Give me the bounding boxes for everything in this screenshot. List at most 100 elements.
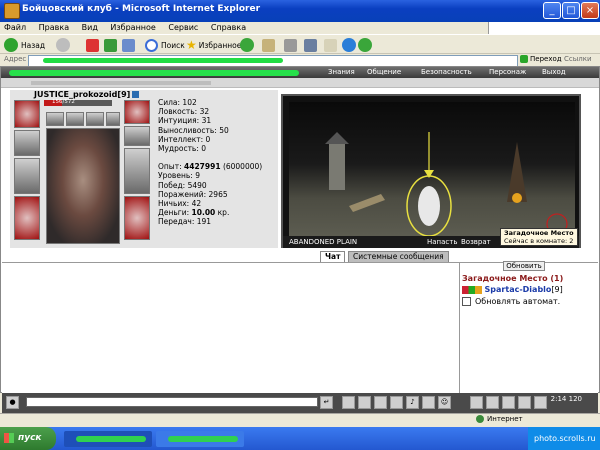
clock-sub: 120: [568, 395, 582, 403]
portal-glow: [418, 186, 440, 226]
menu-file[interactable]: Файл: [4, 22, 26, 34]
ring-slot-2[interactable]: [66, 112, 84, 126]
menu-help[interactable]: Справка: [211, 22, 246, 34]
channel-button[interactable]: [374, 396, 387, 409]
bracer-slot[interactable]: [14, 130, 40, 156]
system-tray: photo.scrolls.ru: [528, 427, 600, 450]
armor-slot[interactable]: [14, 196, 40, 240]
status-bar: Интернет: [0, 413, 600, 425]
character-name[interactable]: JUSTICE_prokozoid[9]: [34, 90, 140, 99]
messenger-button[interactable]: [358, 37, 375, 53]
taskbar-item-1[interactable]: [64, 431, 152, 447]
forward-button[interactable]: [56, 37, 73, 53]
search-button[interactable]: Поиск: [145, 37, 185, 53]
info-icon[interactable]: [132, 91, 140, 98]
game-clock: 2:14 120: [548, 395, 582, 409]
back-arrow-icon: [4, 38, 18, 52]
media-button[interactable]: [240, 37, 257, 53]
chat-area[interactable]: [2, 262, 460, 393]
chat-input[interactable]: [26, 397, 318, 407]
discuss-button[interactable]: [324, 37, 340, 53]
refresh-room-button[interactable]: Обновить: [503, 261, 545, 271]
menu-edit[interactable]: Правка: [39, 22, 69, 34]
go-button[interactable]: Переход: [520, 55, 562, 63]
print-button[interactable]: [284, 37, 300, 53]
character-level: [9]: [117, 90, 131, 99]
internet-icon: [476, 415, 484, 423]
stat-experience: Опыт: 4427991 (6000000): [158, 162, 263, 172]
stat-level: Уровень: 9: [158, 171, 200, 181]
research-button[interactable]: [342, 37, 359, 53]
address-label: Адрес: [4, 55, 27, 63]
send-button[interactable]: ↵: [320, 396, 333, 409]
player-entry[interactable]: Spartac-Diablo[9]: [462, 285, 563, 294]
room-name: Загадочное Место (1): [462, 274, 564, 283]
shield-slot[interactable]: [124, 148, 150, 194]
links-button[interactable]: Ссылки: [564, 55, 592, 63]
gloves-slot[interactable]: [124, 126, 150, 146]
refresh-button[interactable]: [104, 37, 120, 53]
fight-button[interactable]: [390, 396, 403, 409]
refresh-icon: [104, 38, 117, 52]
inventory-button[interactable]: [470, 396, 483, 409]
mail-button[interactable]: [262, 37, 278, 53]
minimize-button[interactable]: _: [543, 2, 561, 19]
chat-menu-button[interactable]: ●: [6, 396, 19, 409]
stop-button[interactable]: [86, 37, 102, 53]
stat-wisdom: Мудрость: 0: [158, 144, 207, 154]
filter-button[interactable]: [358, 396, 371, 409]
menu-view[interactable]: Вид: [82, 22, 98, 34]
maximize-button[interactable]: □: [562, 2, 580, 19]
attack-button[interactable]: Напасть: [427, 238, 457, 246]
nav-security[interactable]: Безопасность: [421, 68, 472, 76]
helmet-slot[interactable]: [14, 100, 40, 128]
nav-character[interactable]: Персонаж: [489, 68, 526, 76]
smile-button[interactable]: ☺: [438, 396, 451, 409]
home-button[interactable]: [122, 37, 138, 53]
browser-toolbar: Назад Поиск ★ Избранное: [0, 34, 600, 54]
start-button[interactable]: пуск: [0, 427, 56, 450]
nav-chat[interactable]: Общение: [367, 68, 401, 76]
favorites-label: Избранное: [198, 40, 242, 50]
music-button[interactable]: ♪: [406, 396, 419, 409]
menu-favorites[interactable]: Избранное: [110, 22, 155, 34]
sound-button[interactable]: [422, 396, 435, 409]
nav-knowledge[interactable]: Знания: [328, 68, 355, 76]
player-badges-icon: [462, 285, 482, 294]
auto-refresh-checkbox[interactable]: [462, 297, 471, 306]
taskbar-item-2[interactable]: [156, 431, 244, 447]
close-button[interactable]: ×: [581, 2, 599, 19]
nav-exit[interactable]: Выход: [542, 68, 566, 76]
boots-slot[interactable]: [124, 196, 150, 240]
ring-slot-4[interactable]: [106, 112, 120, 126]
hp-text: 156/572: [52, 99, 75, 105]
return-button[interactable]: Возврат: [461, 238, 491, 246]
auto-refresh-option[interactable]: Обновлять автомат.: [462, 297, 560, 306]
redacted-task: [76, 436, 146, 442]
tab-system-messages[interactable]: Системные сообщения: [348, 251, 449, 262]
clan-button[interactable]: [518, 396, 531, 409]
player-name[interactable]: Spartac-Diablo: [485, 285, 552, 294]
character-avatar: [46, 128, 120, 244]
scene-image[interactable]: [289, 102, 575, 240]
weapon-slot[interactable]: [14, 158, 40, 194]
back-button[interactable]: Назад: [4, 37, 45, 53]
quests-button[interactable]: [486, 396, 499, 409]
star-icon: ★: [186, 38, 197, 52]
window-title-bar[interactable]: Бойцовский клуб - Microsoft Internet Exp…: [0, 0, 600, 22]
tab-chat[interactable]: Чат: [320, 251, 346, 262]
redacted-strip: [31, 81, 211, 85]
amulet-slot[interactable]: [124, 100, 150, 124]
ring-slot-3[interactable]: [86, 112, 104, 126]
skills-button[interactable]: [502, 396, 515, 409]
favorites-button[interactable]: ★ Избранное: [186, 37, 241, 53]
messenger-icon: [358, 38, 372, 52]
clear-button[interactable]: [342, 396, 355, 409]
edit-button[interactable]: [304, 37, 320, 53]
stat-transfers: Передач: 191: [158, 217, 212, 227]
ring-slot-1[interactable]: [46, 112, 64, 126]
map-button[interactable]: [534, 396, 547, 409]
location-scene: [281, 94, 581, 248]
menu-tools[interactable]: Сервис: [168, 22, 198, 34]
mail-icon: [262, 38, 275, 52]
